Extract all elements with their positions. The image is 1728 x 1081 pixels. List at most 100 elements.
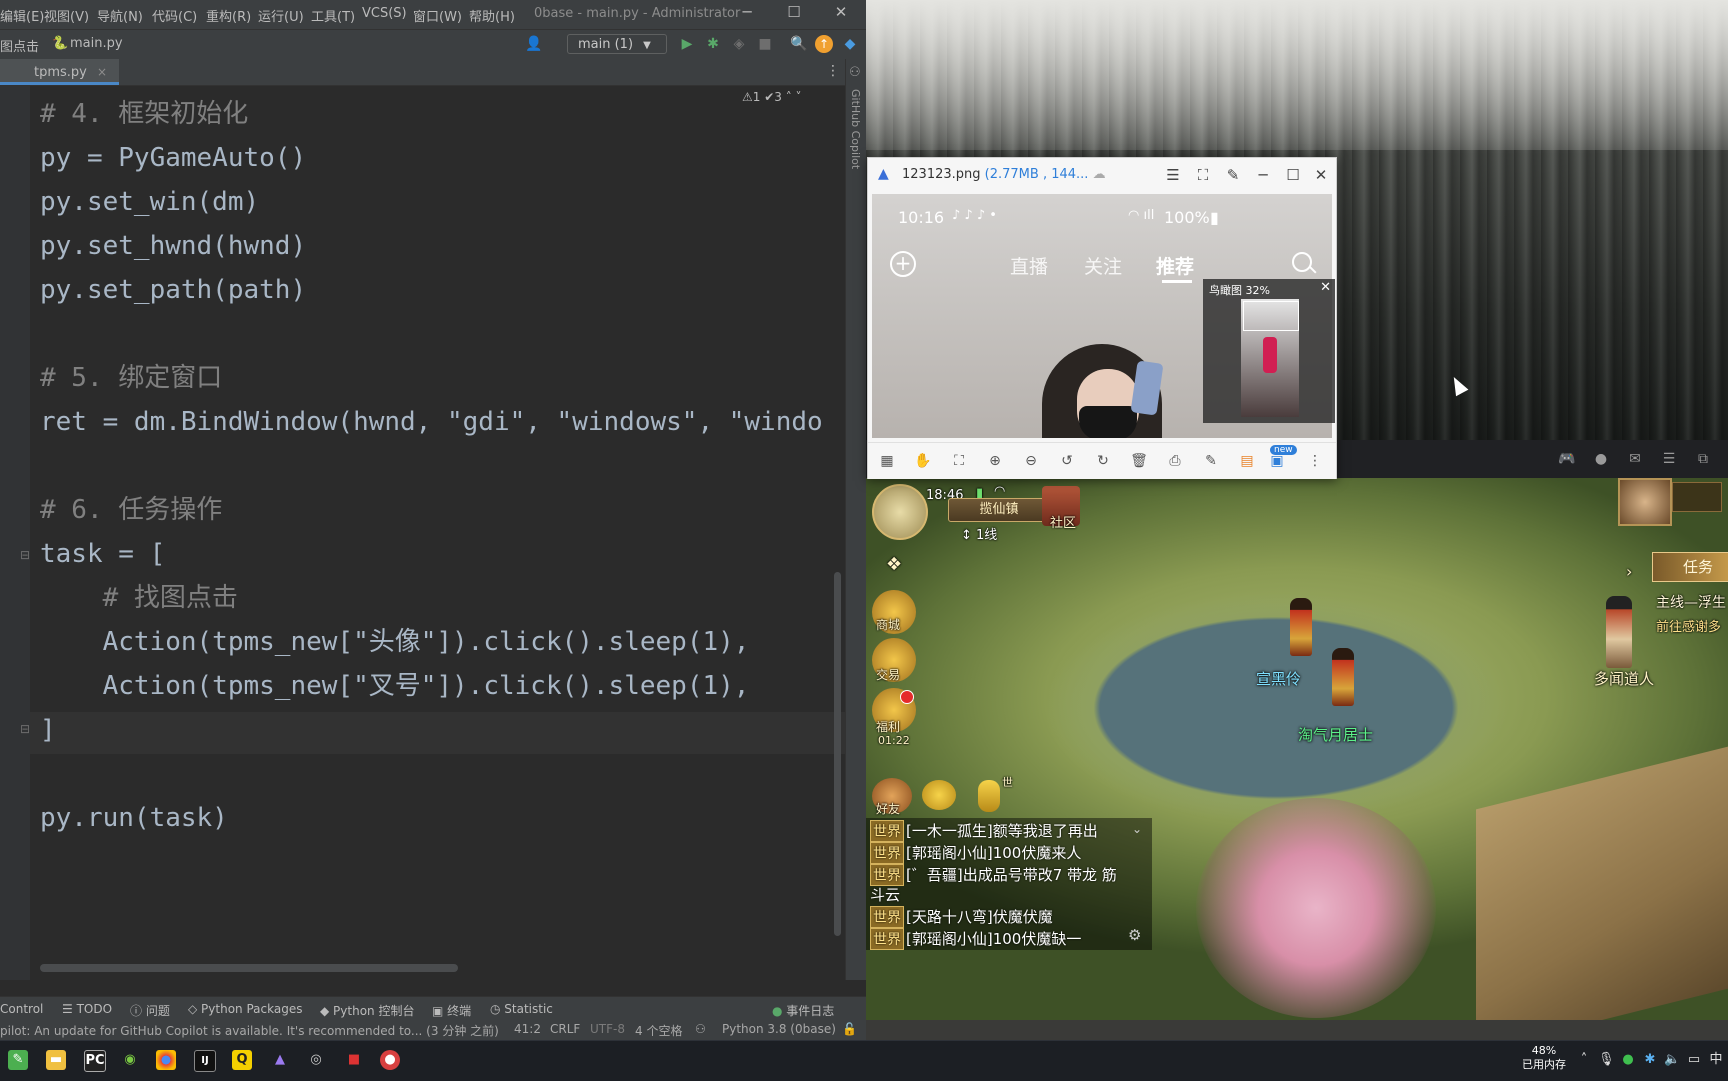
microphone-icon[interactable] xyxy=(978,780,1000,812)
task-button[interactable]: 任务 xyxy=(1652,552,1728,582)
tool-problems[interactable]: ⓘ 问题 xyxy=(130,1002,170,1019)
horizontal-scrollbar[interactable] xyxy=(40,964,458,972)
birdseye-overview[interactable]: 鸟瞰图 32% ✕ xyxy=(1203,279,1335,423)
menu-icon[interactable]: ☰ xyxy=(1660,450,1678,468)
window-mode-icon[interactable]: ⧉ xyxy=(1694,450,1712,468)
status-encoding[interactable]: UTF-8 xyxy=(590,1022,625,1036)
tool-statistic[interactable]: ◷ Statistic xyxy=(490,1002,553,1016)
birdseye-thumbnail[interactable] xyxy=(1241,299,1299,417)
zoom-in-icon[interactable]: ⊕ xyxy=(986,452,1004,470)
game-scene[interactable]: 18:46 ▮ ◠ 揽仙镇 ↕ 1线 社区 ❖ 商城 交易 福利 01:22 好… xyxy=(866,478,1728,1040)
menu-code[interactable]: 代码(C) xyxy=(152,6,197,25)
viewer-maximize-button[interactable]: ☐ xyxy=(1282,164,1304,186)
tab-tpms-py[interactable]: tpms.py × xyxy=(0,59,120,85)
recorder-icon[interactable]: ● xyxy=(380,1050,400,1070)
menu-tools[interactable]: 工具(T) xyxy=(311,6,355,25)
hand-icon[interactable]: ✋ xyxy=(914,452,932,470)
code-editor[interactable]: ⚠1 ✔3 ˄ ˅ # 4. 框架初始化 py = PyGameAuto() p… xyxy=(0,86,845,980)
obs-icon[interactable]: ◎ xyxy=(306,1050,326,1070)
pin-icon[interactable]: ✎ xyxy=(1222,164,1244,186)
npc-name[interactable]: 淘气月居士 xyxy=(1298,724,1373,745)
status-line-separator[interactable]: CRLF xyxy=(550,1022,580,1036)
grid-icon[interactable]: ▦ xyxy=(878,452,896,470)
stop-icon[interactable]: ■ xyxy=(756,35,774,53)
menu-run[interactable]: 运行(U) xyxy=(258,6,304,25)
menu-refactor[interactable]: 重构(R) xyxy=(206,6,251,25)
player-avatar[interactable] xyxy=(872,484,928,540)
tool-event-log[interactable]: ● 事件日志 xyxy=(772,1002,834,1019)
mail-icon[interactable]: ✉ xyxy=(1626,450,1644,468)
chevron-down-icon[interactable]: ⌄ xyxy=(1132,822,1142,836)
memory-widget[interactable]: 48% 已用内存 xyxy=(1522,1044,1566,1072)
volume-icon[interactable]: 🔈 xyxy=(1664,1052,1680,1068)
apps-icon[interactable]: ▤ xyxy=(1238,452,1256,470)
gamepad-icon[interactable]: 🎮 xyxy=(1558,450,1576,468)
search-icon[interactable]: 🔍 xyxy=(790,35,808,53)
menu-window[interactable]: 窗口(W) xyxy=(413,6,462,25)
wechat-icon[interactable]: ● xyxy=(1620,1052,1636,1068)
fold-close-icon[interactable]: ⊟ xyxy=(20,722,30,736)
rotate-left-icon[interactable]: ↺ xyxy=(1058,452,1076,470)
status-message[interactable]: pilot: An update for GitHub Copilot is a… xyxy=(0,1022,499,1039)
rotate-right-icon[interactable]: ↻ xyxy=(1094,452,1112,470)
input-method-icon[interactable]: 中 xyxy=(1708,1052,1724,1068)
fold-open-icon[interactable]: ⊟ xyxy=(20,548,30,562)
npc-portrait[interactable] xyxy=(1618,478,1672,526)
pycharm-icon[interactable]: PC xyxy=(84,1050,106,1072)
tray-expand-icon[interactable]: ˄ xyxy=(1576,1052,1592,1068)
npc-name[interactable]: 多闻道人 xyxy=(1594,668,1654,689)
tool-todo[interactable]: ☰ TODO xyxy=(62,1002,112,1016)
viewer-close-button[interactable]: ✕ xyxy=(1310,164,1332,186)
tab-close-icon[interactable]: × xyxy=(97,65,107,79)
run-config-dropdown[interactable]: main (1) ▼ xyxy=(567,34,667,54)
birdseye-close-icon[interactable]: ✕ xyxy=(1320,280,1331,295)
menu-vcs[interactable]: VCS(S) xyxy=(362,6,407,21)
tool-python-console[interactable]: ◆ Python 控制台 xyxy=(320,1002,414,1019)
viewport-frame[interactable] xyxy=(1243,301,1299,331)
status-interpreter[interactable]: Python 3.8 (0base) xyxy=(722,1022,836,1036)
user-account-icon[interactable]: 👤 xyxy=(525,35,543,53)
game-emulator-window[interactable]: 🎮 ● ✉ ☰ ⧉ 18:46 ▮ ◠ 揽仙镇 ↕ 1线 社区 ❖ 商城 交易 … xyxy=(866,440,1728,1040)
coverage-icon[interactable]: ◈ xyxy=(730,35,748,53)
tab-more-icon[interactable]: ⋮ xyxy=(826,63,840,79)
cloud-upload-icon[interactable]: ☁ xyxy=(1093,167,1106,182)
viewer-minimize-button[interactable]: ─ xyxy=(1252,164,1274,186)
close-button[interactable]: ✕ xyxy=(829,3,853,25)
network-icon[interactable]: ▭ xyxy=(1686,1052,1702,1068)
update-icon[interactable]: ↑ xyxy=(815,35,833,53)
chrome-icon[interactable] xyxy=(156,1050,176,1070)
collapse-arrow-icon[interactable]: › xyxy=(1626,562,1632,581)
edit-icon[interactable]: ✎ xyxy=(1202,452,1220,470)
minimize-button[interactable]: ─ xyxy=(735,3,759,25)
quest-title[interactable]: 主线—浮生 xyxy=(1656,592,1726,612)
zoom-out-icon[interactable]: ⊖ xyxy=(1022,452,1040,470)
account-icon[interactable]: ● xyxy=(1592,450,1610,468)
run-icon[interactable]: ▶ xyxy=(678,35,696,53)
lock-icon[interactable]: 🔓 xyxy=(842,1022,857,1036)
menu-help[interactable]: 帮助(H) xyxy=(469,6,515,25)
delete-icon[interactable]: 🗑 xyxy=(1130,452,1148,470)
tool-python-packages[interactable]: ◇ Python Packages xyxy=(188,1002,302,1016)
print-icon[interactable]: ⎙ xyxy=(1166,452,1184,470)
location-plate[interactable]: 揽仙镇 xyxy=(948,498,1050,522)
tool-terminal[interactable]: ▣ 终端 xyxy=(432,1002,471,1019)
file-explorer-icon[interactable]: ▬ xyxy=(46,1050,66,1070)
status-caret-position[interactable]: 41:2 xyxy=(514,1022,541,1036)
npc-name[interactable]: 宣黑伶 xyxy=(1256,668,1301,689)
tool-control[interactable]: Control xyxy=(0,1002,43,1016)
viewer-menu-icon[interactable]: ☰ xyxy=(1162,164,1184,186)
crop-icon[interactable]: ⛶ xyxy=(950,452,968,470)
npc-figure[interactable] xyxy=(1332,648,1354,706)
inspection-widget[interactable]: ⚠1 ✔3 ˄ ˅ xyxy=(742,90,802,104)
expand-icon[interactable]: ❖ xyxy=(886,554,902,575)
chat-bubble-icon[interactable] xyxy=(922,780,956,810)
microphone-tray-icon[interactable]: 🎙 xyxy=(1598,1052,1615,1068)
emulator-task-icon[interactable]: ■ xyxy=(344,1050,364,1070)
debug-icon[interactable]: ✱ xyxy=(704,35,722,53)
breadcrumb-file[interactable]: main.py xyxy=(70,36,123,51)
image-viewer-task-icon[interactable]: ▲ xyxy=(270,1050,290,1070)
menu-view[interactable]: 视图(V) xyxy=(44,6,89,25)
chat-panel[interactable]: 世界 [一木一孤生]额等我退了再出 世界 [郭瑶阁小仙]100伏魔来人 世界 [゛吾疆… xyxy=(866,818,1152,950)
copilot-side-panel[interactable]: ⚇ GitHub Copilot xyxy=(845,59,866,980)
maximize-button[interactable]: ☐ xyxy=(782,3,806,25)
